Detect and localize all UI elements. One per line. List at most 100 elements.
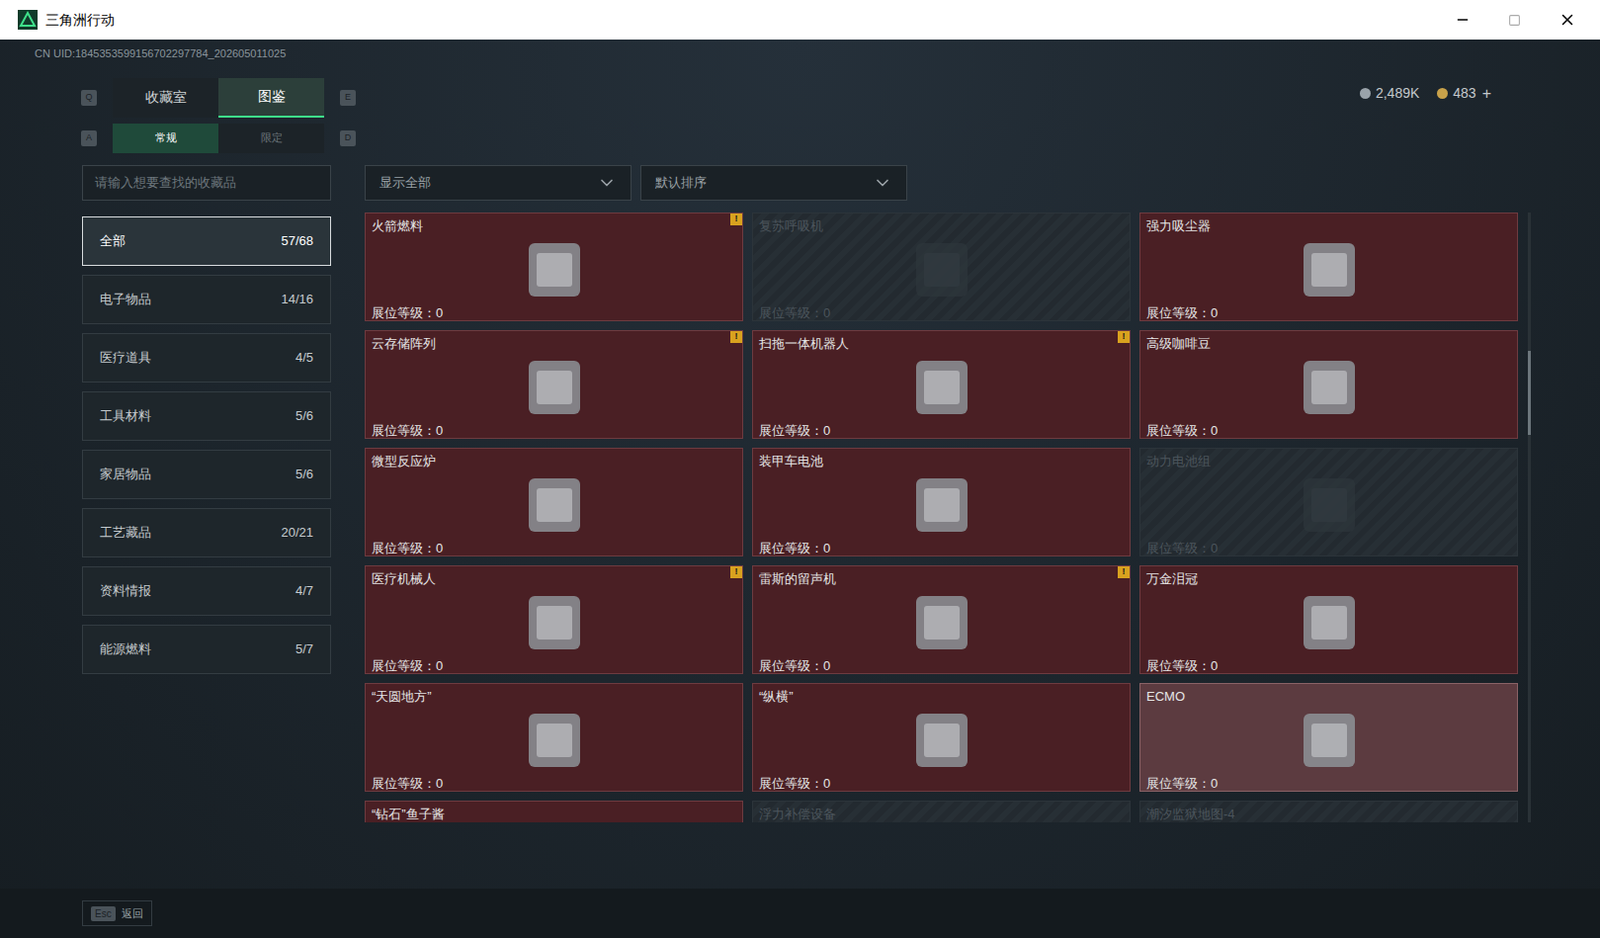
scrollbar-thumb[interactable]	[1527, 350, 1531, 435]
category-item[interactable]: 工艺藏品20/21	[82, 507, 332, 558]
search-input[interactable]: 请输入想要查找的收藏品	[82, 165, 332, 201]
collection-card[interactable]: 复苏呼吸机展位等级：0	[752, 212, 1131, 322]
back-label: 返回	[121, 905, 144, 923]
collection-card[interactable]: 万金泪冠展位等级：0	[1139, 565, 1518, 674]
app-window: 三角洲行动CN UID:1845353599156702297784_20260…	[0, 0, 1600, 938]
category-label: 资料情报	[99, 581, 152, 601]
item-name: 医疗机械人	[371, 570, 737, 589]
level-label: 展位等级：0	[1146, 421, 1512, 440]
item-image-icon	[1289, 470, 1369, 540]
add-currency-button[interactable]: +	[1482, 82, 1492, 106]
level-label: 展位等级：0	[371, 421, 737, 440]
collection-card[interactable]: 雷斯的留声机! 展位等级：0	[752, 565, 1131, 674]
category-label: 医疗道具	[99, 347, 152, 368]
category-item[interactable]: 能源燃料5/7	[82, 624, 332, 674]
level-label: 展位等级：0	[758, 304, 1124, 323]
item-name: 云存储阵列	[371, 335, 737, 353]
category-item[interactable]: 资料情报4/7	[82, 566, 332, 616]
alert-badge: !	[730, 566, 743, 579]
level-label: 展位等级：0	[1146, 774, 1512, 793]
key-hint: Q	[81, 89, 97, 106]
item-image-icon	[514, 470, 594, 540]
category-item[interactable]: 家居物品5/6	[82, 449, 332, 500]
item-image-icon	[1289, 705, 1369, 775]
currency-value: 483	[1452, 83, 1476, 104]
item-name: “天圆地方”	[371, 687, 737, 706]
maximize-icon[interactable]	[1508, 13, 1521, 27]
item-name: 强力吸尘器	[1146, 217, 1512, 236]
level-label: 展位等级：0	[1146, 304, 1512, 323]
item-image-icon	[514, 235, 594, 305]
collection-card[interactable]: ECMO 展位等级：0	[1139, 682, 1518, 792]
collection-card[interactable]: “纵横” 展位等级：0	[752, 682, 1131, 792]
title-bar: 三角洲行动	[0, 0, 1600, 40]
category-count: 5/6	[295, 406, 314, 426]
item-name: 火箭燃料	[371, 217, 737, 236]
category-label: 电子物品	[99, 289, 152, 310]
collection-card[interactable]: 高级咖啡豆展位等级：0	[1139, 330, 1518, 439]
app-logo-icon	[17, 9, 38, 30]
item-name: 雷斯的留声机	[758, 570, 1124, 589]
collection-card[interactable]: 医疗机械人! 展位等级：0	[364, 565, 744, 674]
collection-card[interactable]: 装甲车电池展位等级：0	[752, 447, 1131, 557]
item-name: 装甲车电池	[758, 452, 1124, 471]
category-label: 工艺藏品	[99, 522, 152, 543]
collection-card[interactable]: 浮力补偿设备	[752, 800, 1131, 823]
minimize-icon[interactable]	[1454, 11, 1471, 28]
collection-card[interactable]: 强力吸尘器展位等级：0	[1139, 212, 1518, 322]
main-tab[interactable]: 收藏室	[112, 78, 219, 118]
item-name: 浮力补偿设备	[758, 805, 1124, 823]
category-label: 工具材料	[99, 406, 152, 426]
item-name: “纵横”	[758, 687, 1124, 706]
currency-bar: 2,489K 483 +	[1359, 78, 1492, 106]
item-name: ECMO	[1146, 687, 1512, 706]
collection-card[interactable]: 动力电池组展位等级：0	[1139, 447, 1518, 557]
item-name: 潮汐监狱地图-4	[1146, 805, 1512, 823]
category-count: 5/6	[295, 464, 314, 485]
back-button[interactable]: Esc 返回	[82, 900, 153, 927]
alert-badge: !	[1117, 566, 1130, 579]
item-image-icon	[514, 588, 594, 658]
sub-tab[interactable]: 常规	[112, 123, 219, 154]
collection-card[interactable]: 微型反应炉展位等级：0	[364, 447, 744, 557]
category-label: 能源燃料	[99, 639, 152, 660]
close-icon[interactable]	[1558, 10, 1577, 29]
item-name: “钻石”鱼子酱	[371, 805, 737, 823]
item-image-icon	[902, 588, 982, 658]
collection-card[interactable]: “钻石”鱼子酱	[364, 800, 744, 823]
item-image-icon	[1289, 352, 1369, 422]
coin-icon	[1359, 87, 1371, 99]
collection-card[interactable]: 火箭燃料!展位等级：0	[364, 212, 744, 322]
level-label: 展位等级：0	[1146, 657, 1512, 675]
level-label: 展位等级：0	[758, 657, 1124, 675]
chevron-down-icon	[596, 172, 617, 193]
category-count: 4/5	[295, 347, 314, 368]
filter-dropdown[interactable]: 默认排序	[640, 165, 908, 201]
collection-card[interactable]: 潮汐监狱地图-4	[1139, 800, 1518, 823]
level-label: 展位等级：0	[371, 774, 737, 793]
category-item[interactable]: 工具材料 5/6	[82, 391, 332, 441]
collection-card[interactable]: “天圆地方” 展位等级：0	[364, 682, 744, 792]
category-count: 57/68	[280, 231, 314, 252]
esc-key: Esc	[90, 906, 116, 922]
item-name: 微型反应炉	[371, 452, 737, 471]
collection-card[interactable]: 云存储阵列!展位等级：0	[364, 330, 744, 439]
key-hint: D	[339, 130, 356, 147]
level-label: 展位等级：0	[1146, 539, 1512, 558]
sub-tab[interactable]: 限定	[218, 123, 325, 154]
scrollbar[interactable]	[1527, 212, 1531, 823]
alert-badge: !	[1117, 331, 1130, 343]
collection-card[interactable]: 扫拖一体机器人!展位等级：0	[752, 330, 1131, 439]
category-item[interactable]: 电子物品14/16	[82, 274, 332, 325]
category-item[interactable]: 全部 57/68	[82, 216, 332, 266]
category-item[interactable]: 医疗道具 4/5	[82, 333, 332, 383]
footer-bar: Esc 返回	[0, 888, 1600, 938]
filter-dropdown[interactable]: 显示全部	[364, 165, 632, 201]
category-label: 全部	[99, 231, 126, 252]
currency-value: 2,489K	[1375, 83, 1420, 104]
item-image-icon	[514, 705, 594, 775]
main-tab[interactable]: 图鉴	[218, 78, 325, 118]
item-image-icon	[902, 470, 982, 540]
level-label: 展位等级：0	[371, 657, 737, 675]
level-label: 展位等级：0	[758, 774, 1124, 793]
